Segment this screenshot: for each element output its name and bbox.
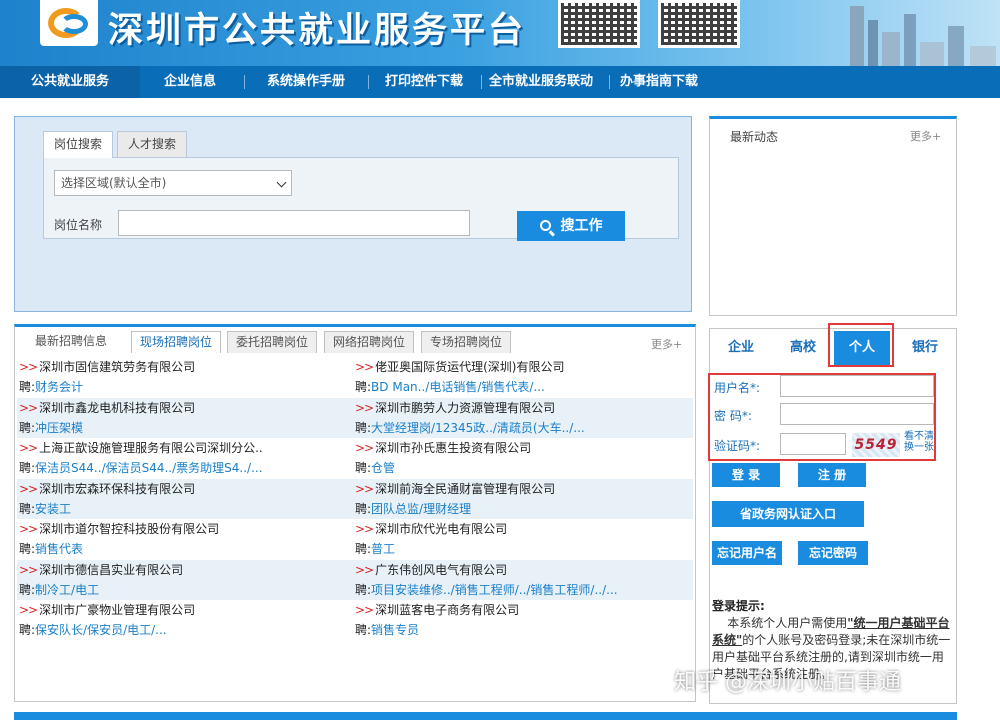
tab-bank-login[interactable]: 银行 xyxy=(902,331,948,365)
position-link[interactable]: 普工 xyxy=(371,542,395,556)
position-link[interactable]: 保安队长/保安员/电工/... xyxy=(35,623,167,637)
company-link[interactable]: 深圳市广豪物业管理有限公司 xyxy=(39,603,195,617)
job-row: >> 深圳市固信建筑劳务有限公司 聘:财务会计 >> 佬亚奥国际货运代理(深圳)有限公… xyxy=(19,360,565,394)
position-link[interactable]: 财务会计 xyxy=(35,380,83,394)
site-title: 深圳市公共就业服务平台 xyxy=(108,10,527,51)
search-jobs-button[interactable]: 搜工作 xyxy=(517,211,625,241)
login-button[interactable]: 登 录 xyxy=(712,463,780,487)
tab-entrusted-jobs[interactable]: 委托招聘岗位 xyxy=(227,331,318,353)
job-row: >> 深圳市德信昌实业有限公司 聘:制冷工/电工 >> 广东伟创风电气有限公司 聘:项目… xyxy=(17,559,693,600)
tab-enterprise-login[interactable]: 企业 xyxy=(718,331,764,365)
company-link[interactable]: 深圳市鑫龙电机科技有限公司 xyxy=(39,401,195,415)
company-link[interactable]: 深圳蓝客电子商务有限公司 xyxy=(375,603,519,617)
job-listings-panel: 最新招聘信息 现场招聘岗位 委托招聘岗位 网络招聘岗位 专场招聘岗位 更多+ >… xyxy=(14,324,696,702)
tab-special-jobs[interactable]: 专场招聘岗位 xyxy=(421,331,512,353)
position-link[interactable]: 团队总监/理财经理 xyxy=(371,502,471,516)
job-list: >> 深圳市固信建筑劳务有限公司 聘:财务会计 >> 佬亚奥国际货运代理(深圳)有限公… xyxy=(17,357,693,641)
job-search-panel: 岗位搜索 人才搜索 选择区域(默认全市) 岗位名称 搜工作 xyxy=(14,116,692,312)
jobs-more-link[interactable]: 更多+ xyxy=(651,336,682,352)
position-link[interactable]: 项目安装维修../销售工程师/../销售工程师/../... xyxy=(371,583,618,597)
tab-college-login[interactable]: 高校 xyxy=(780,331,826,365)
job-row: >> 上海正歆设施管理服务有限公司深圳分公.. 聘:保洁员S44../保洁员S44.… xyxy=(19,441,532,475)
position-link[interactable]: 大堂经理岗/12345政../清疏员(大车../... xyxy=(371,421,585,435)
company-link[interactable]: 深圳市道尔智控科技股份有限公司 xyxy=(39,522,219,536)
register-button[interactable]: 注 册 xyxy=(798,463,866,487)
highlight-box xyxy=(708,373,936,461)
company-link[interactable]: 广东伟创风电气有限公司 xyxy=(375,563,507,577)
position-link[interactable]: 冲压架模 xyxy=(35,421,83,435)
highlight-box xyxy=(828,323,894,367)
nav-item-public-employment[interactable]: 公共就业服务 xyxy=(0,66,140,98)
search-icon xyxy=(539,220,551,231)
city-skyline-image xyxy=(780,0,1000,66)
job-row: >> 深圳市广豪物业管理有限公司 聘:保安队长/保安员/电工/... >> 深圳蓝客电… xyxy=(19,603,520,637)
nav-item-enterprise-info[interactable]: 企业信息 xyxy=(164,66,216,98)
nav-item-city-linkage[interactable]: 全市就业服务联动 xyxy=(489,66,593,98)
tab-job-search[interactable]: 岗位搜索 xyxy=(43,131,114,158)
position-link[interactable]: 销售代表 xyxy=(35,542,83,556)
position-link[interactable]: BD Man../电话销售/销售代表/... xyxy=(371,380,545,394)
company-link[interactable]: 深圳市固信建筑劳务有限公司 xyxy=(39,360,195,374)
position-link[interactable]: 销售专员 xyxy=(371,623,419,637)
site-logo-icon xyxy=(40,0,98,46)
job-row: >> 深圳市鑫龙电机科技有限公司 聘:冲压架模 >> 深圳市鹏劳人力资源管理有限公司聘… xyxy=(17,397,693,438)
job-row: >> 深圳市道尔智控科技股份有限公司 聘:销售代表 >> 深圳市欣代光电有限公司 聘:普… xyxy=(19,522,508,556)
company-link[interactable]: 深圳市孙氏惠生投资有限公司 xyxy=(375,441,531,455)
latest-news-title: 最新动态 xyxy=(730,130,779,144)
position-link[interactable]: 仓管 xyxy=(371,461,395,475)
job-name-label: 岗位名称 xyxy=(54,218,103,232)
company-link[interactable]: 深圳市鹏劳人力资源管理有限公司 xyxy=(375,401,555,415)
qr-code-icon xyxy=(658,0,740,48)
login-hint-title: 登录提示: xyxy=(712,599,765,613)
company-link[interactable]: 深圳市宏森环保科技有限公司 xyxy=(39,482,195,496)
position-link[interactable]: 安装工 xyxy=(35,502,71,516)
bottom-strip xyxy=(14,712,957,720)
company-link[interactable]: 深圳市德信昌实业有限公司 xyxy=(39,563,183,577)
forgot-username-button[interactable]: 忘记用户名 xyxy=(712,541,782,565)
news-more-link[interactable]: 更多+ xyxy=(910,128,941,144)
main-nav: 公共就业服务 企业信息 系统操作手册 打印控件下载 全市就业服务联动 办事指南下… xyxy=(0,66,1000,98)
job-name-input[interactable] xyxy=(118,210,470,236)
company-link[interactable]: 深圳前海全民通财富管理有限公司 xyxy=(375,482,555,496)
position-link[interactable]: 保洁员S44../保洁员S44../票务助理S4../... xyxy=(35,461,263,475)
nav-item-print-plugin[interactable]: 打印控件下载 xyxy=(385,66,463,98)
tab-online-jobs[interactable]: 网络招聘岗位 xyxy=(324,331,415,353)
header-banner: 深圳市公共就业服务平台 xyxy=(0,0,1000,66)
company-link[interactable]: 上海正歆设施管理服务有限公司深圳分公.. xyxy=(39,441,263,455)
watermark: 知乎 @深圳小贴百事通 xyxy=(674,670,901,695)
tab-talent-search[interactable]: 人才搜索 xyxy=(117,131,188,157)
qr-code-icon xyxy=(558,0,640,48)
nav-item-manual[interactable]: 系统操作手册 xyxy=(267,66,345,98)
tab-latest-jobs[interactable]: 最新招聘信息 xyxy=(27,331,115,353)
tab-onsite-jobs[interactable]: 现场招聘岗位 xyxy=(131,331,222,353)
nav-item-guide-download[interactable]: 办事指南下载 xyxy=(620,66,698,98)
login-panel: 企业 高校 个人 银行 用户名*: 密 码*: 验证码*: 5549 看不清 换… xyxy=(708,323,957,704)
gov-auth-button[interactable]: 省政务网认证入口 xyxy=(712,501,864,527)
job-row: >> 深圳市宏森环保科技有限公司 聘:安装工 >> 深圳前海全民通财富管理有限公司 聘:… xyxy=(17,478,693,519)
forgot-password-button[interactable]: 忘记密码 xyxy=(798,541,868,565)
region-select-value: 选择区域(默认全市) xyxy=(61,176,167,190)
company-link[interactable]: 深圳市欣代光电有限公司 xyxy=(375,522,507,536)
chevron-down-icon xyxy=(276,177,287,188)
region-select[interactable]: 选择区域(默认全市) xyxy=(54,170,292,196)
search-button-label: 搜工作 xyxy=(560,218,603,234)
position-link[interactable]: 制冷工/电工 xyxy=(35,583,99,597)
latest-news-box: 最新动态 更多+ xyxy=(709,116,957,316)
company-link[interactable]: 佬亚奥国际货运代理(深圳)有限公司 xyxy=(375,360,564,374)
